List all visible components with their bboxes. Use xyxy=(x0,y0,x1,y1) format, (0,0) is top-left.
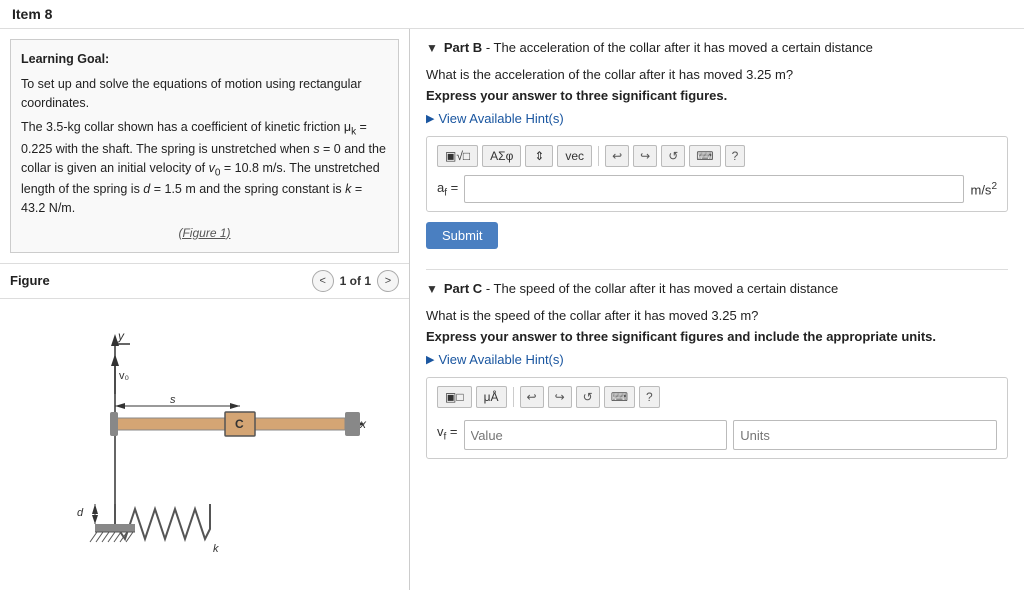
part-c-matrix-button[interactable]: ▣□ xyxy=(437,386,472,408)
part-c-input-label: vf = xyxy=(437,424,458,443)
part-c-units-input[interactable] xyxy=(733,420,997,450)
part-c-value-units xyxy=(464,420,998,450)
arrows-button[interactable]: ⇕ xyxy=(525,145,553,167)
figure-nav: < 1 of 1 > xyxy=(312,270,399,292)
undo-button[interactable]: ↩ xyxy=(605,145,629,167)
learning-goal-text2: The 3.5-kg collar shown has a coefficien… xyxy=(21,118,388,217)
part-c-answer-box: ▣□ μÅ ↩ ↪ ↺ ⌨ ? vf = xyxy=(426,377,1008,459)
svg-text:v₀: v₀ xyxy=(119,370,129,382)
figure-area: y x v₀ C xyxy=(0,299,409,591)
figure-next-button[interactable]: > xyxy=(377,270,399,292)
part-c-keyboard-button[interactable]: ⌨ xyxy=(604,386,635,408)
part-c-hint-link[interactable]: ▶ View Available Hint(s) xyxy=(426,352,1008,367)
part-c-hint-arrow-icon: ▶ xyxy=(426,353,434,366)
part-c-undo-button[interactable]: ↩ xyxy=(520,386,544,408)
help-button[interactable]: ? xyxy=(725,145,746,167)
part-c-collapse-icon[interactable]: ▼ xyxy=(426,282,438,296)
part-c-header: ▼ Part C - The speed of the collar after… xyxy=(426,280,1008,298)
part-b-unit: m/s2 xyxy=(970,181,997,197)
part-c-emphasis: Express your answer to three significant… xyxy=(426,329,1008,344)
greek-button[interactable]: ΑΣφ xyxy=(482,145,521,167)
learning-goal-text1: To set up and solve the equations of mot… xyxy=(21,75,388,113)
part-b-collapse-icon[interactable]: ▼ xyxy=(426,41,438,55)
part-c-input-row: vf = xyxy=(437,416,997,450)
vec-button[interactable]: vec xyxy=(557,145,592,167)
svg-text:x: x xyxy=(359,417,367,431)
learning-goal-box: Learning Goal: To set up and solve the e… xyxy=(10,39,399,253)
part-c-refresh-button[interactable]: ↺ xyxy=(576,386,600,408)
part-c-toolbar: ▣□ μÅ ↩ ↪ ↺ ⌨ ? xyxy=(437,386,997,408)
svg-text:C: C xyxy=(235,417,244,431)
part-c-section: ▼ Part C - The speed of the collar after… xyxy=(426,280,1008,459)
part-b-question: What is the acceleration of the collar a… xyxy=(426,67,1008,82)
part-c-toolbar-separator xyxy=(513,387,514,407)
part-b-answer-input[interactable] xyxy=(464,175,964,203)
svg-text:k: k xyxy=(213,543,219,555)
part-b-toolbar: ▣√□ ΑΣφ ⇕ vec ↩ ↪ ↺ ⌨ ? xyxy=(437,145,997,167)
part-b-submit-button[interactable]: Submit xyxy=(426,222,498,249)
part-b-emphasis: Express your answer to three significant… xyxy=(426,88,1008,103)
right-panel: ▼ Part B - The acceleration of the colla… xyxy=(410,29,1024,590)
part-b-title: Part B - The acceleration of the collar … xyxy=(444,39,873,57)
part-b-input-label: af = xyxy=(437,180,458,199)
figure-header: Figure < 1 of 1 > xyxy=(0,263,409,299)
part-c-help-button[interactable]: ? xyxy=(639,386,660,408)
part-c-question: What is the speed of the collar after it… xyxy=(426,308,1008,323)
part-b-input-row: af = m/s2 xyxy=(437,175,997,203)
redo-button[interactable]: ↪ xyxy=(633,145,657,167)
left-panel: Learning Goal: To set up and solve the e… xyxy=(0,29,410,590)
part-c-units-button[interactable]: μÅ xyxy=(476,386,507,408)
section-divider xyxy=(426,269,1008,270)
part-b-hint-link[interactable]: ▶ View Available Hint(s) xyxy=(426,111,1008,126)
part-c-redo-button[interactable]: ↪ xyxy=(548,386,572,408)
svg-text:y: y xyxy=(117,329,125,343)
keyboard-button[interactable]: ⌨ xyxy=(689,145,720,167)
matrix-button[interactable]: ▣√□ xyxy=(437,145,478,167)
refresh-button[interactable]: ↺ xyxy=(661,145,685,167)
item-header: Item 8 xyxy=(0,0,1024,29)
toolbar-separator xyxy=(598,146,599,166)
part-b-section: ▼ Part B - The acceleration of the colla… xyxy=(426,39,1008,249)
part-c-value-input[interactable] xyxy=(464,420,728,450)
figure-prev-button[interactable]: < xyxy=(312,270,334,292)
svg-text:s: s xyxy=(170,394,176,406)
item-title: Item 8 xyxy=(12,6,52,22)
learning-goal-title: Learning Goal: xyxy=(21,50,388,69)
figure-diagram: y x v₀ C xyxy=(35,324,375,564)
figure-label: Figure xyxy=(10,273,50,288)
part-c-title: Part C - The speed of the collar after i… xyxy=(444,280,838,298)
hint-arrow-icon: ▶ xyxy=(426,112,434,125)
part-b-answer-box: ▣√□ ΑΣφ ⇕ vec ↩ ↪ ↺ ⌨ ? af = m/s2 xyxy=(426,136,1008,212)
page-indicator: 1 of 1 xyxy=(340,274,371,288)
part-b-header: ▼ Part B - The acceleration of the colla… xyxy=(426,39,1008,57)
svg-text:d: d xyxy=(77,507,84,519)
figure-link[interactable]: (Figure 1) xyxy=(21,224,388,242)
